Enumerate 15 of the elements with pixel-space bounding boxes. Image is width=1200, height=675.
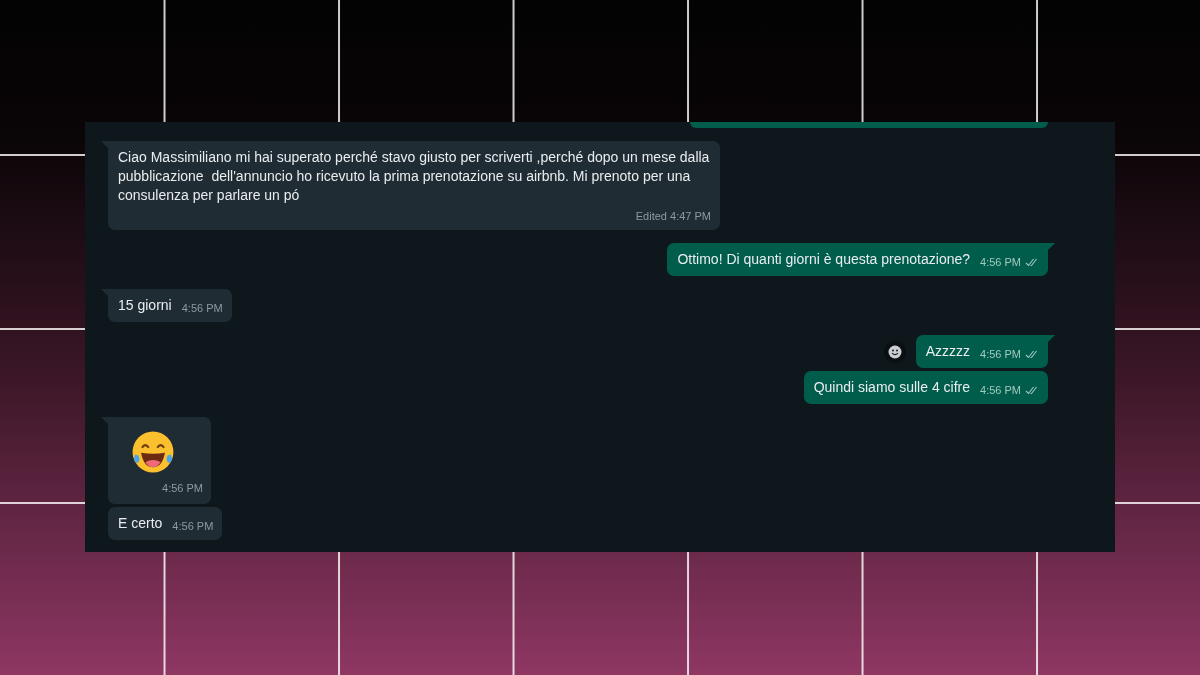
emoji-reaction-button[interactable] [883,340,906,363]
message-time: 4:56 PM [980,383,1021,398]
message-time: Edited 4:47 PM [635,209,711,224]
smiley-icon [887,344,902,359]
message-text: 15 giorni [118,296,172,315]
message-time: 4:56 PM [172,519,214,534]
message-text: Ciao Massimiliano mi hai superato perché stavo giusto per scriverti ,perché dopo un mese dalla pubblicazione dell'annuncio ho ricevuto la prima prenotazione su airbnb. Mi prenoto per una consulenza per parlare un pó [118,148,711,205]
message-text: Quindi siamo sulle 4 cifre [813,378,971,397]
message-text: E certo [118,514,163,533]
message-time: 4:56 PM [162,482,203,494]
message-time: 4:56 PM [181,301,223,316]
message-text: Azzzzz [925,342,971,361]
message-time: 4:56 PM [980,347,1021,362]
message-text: Ottimo! Di quanti giorni è questa prenotazione? [677,250,971,269]
message-time: 4:56 PM [980,255,1021,270]
